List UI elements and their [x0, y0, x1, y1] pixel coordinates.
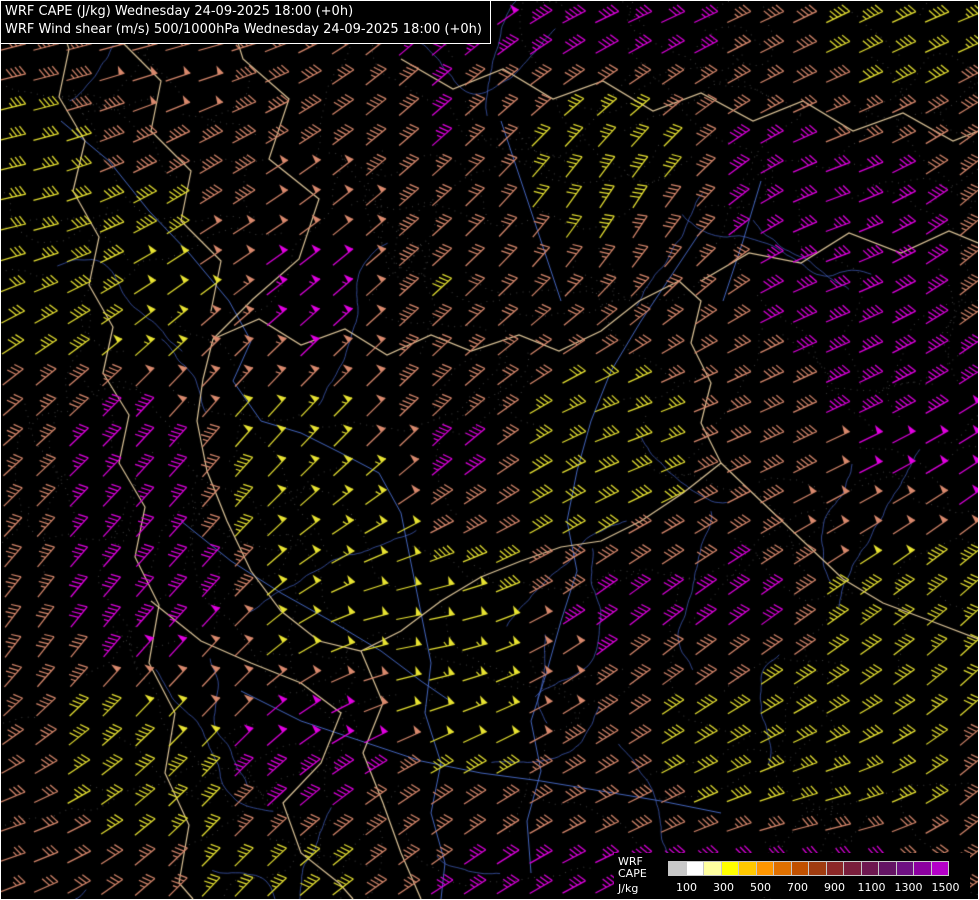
legend-colorbar [668, 861, 966, 876]
legend-tick-label: 100 [676, 882, 697, 894]
legend-color-cell [703, 861, 722, 876]
legend-units-label: J/kg [618, 883, 664, 895]
legend-variable-label: CAPE [618, 868, 664, 880]
legend-tick-label: 1300 [895, 882, 923, 894]
legend-color-cell [878, 861, 897, 876]
legend-color-cell [931, 861, 950, 876]
legend-color-cell [896, 861, 915, 876]
legend-ticks: 100 300 500 700 900 1100 1300 1500 [668, 882, 966, 895]
weather-map: WRF CAPE (J/kg) Wednesday 24-09-2025 18:… [0, 0, 979, 900]
title-line-2: WRF Wind shear (m/s) 500/1000hPa Wednesd… [5, 21, 482, 39]
legend-tick-label: 500 [750, 882, 771, 894]
legend-tick-label: 900 [824, 882, 845, 894]
title-overlay: WRF CAPE (J/kg) Wednesday 24-09-2025 18:… [1, 1, 491, 44]
legend-color-cell [721, 861, 740, 876]
title-line-1: WRF CAPE (J/kg) Wednesday 24-09-2025 18:… [5, 3, 482, 21]
legend-tick-label: 300 [713, 882, 734, 894]
legend-color-cell [791, 861, 810, 876]
legend-color-cell [843, 861, 862, 876]
legend-color-cell [773, 861, 792, 876]
legend-color-cell [913, 861, 932, 876]
legend-color-cell [861, 861, 880, 876]
legend-color-cell [756, 861, 775, 876]
legend-tick-label: 700 [787, 882, 808, 894]
legend-color-cell [826, 861, 845, 876]
legend-model-variable: WRF CAPE [618, 856, 664, 880]
legend-color-cell [686, 861, 705, 876]
legend-tick-label: 1500 [932, 882, 960, 894]
legend-color-cell [738, 861, 757, 876]
legend-color-cell [668, 861, 687, 876]
map-canvas [1, 1, 978, 899]
legend-color-cell [808, 861, 827, 876]
legend-tick-label: 1100 [858, 882, 886, 894]
cape-legend: WRF CAPE J/kg 100 300 500 700 900 1100 1300 150… [614, 853, 970, 897]
